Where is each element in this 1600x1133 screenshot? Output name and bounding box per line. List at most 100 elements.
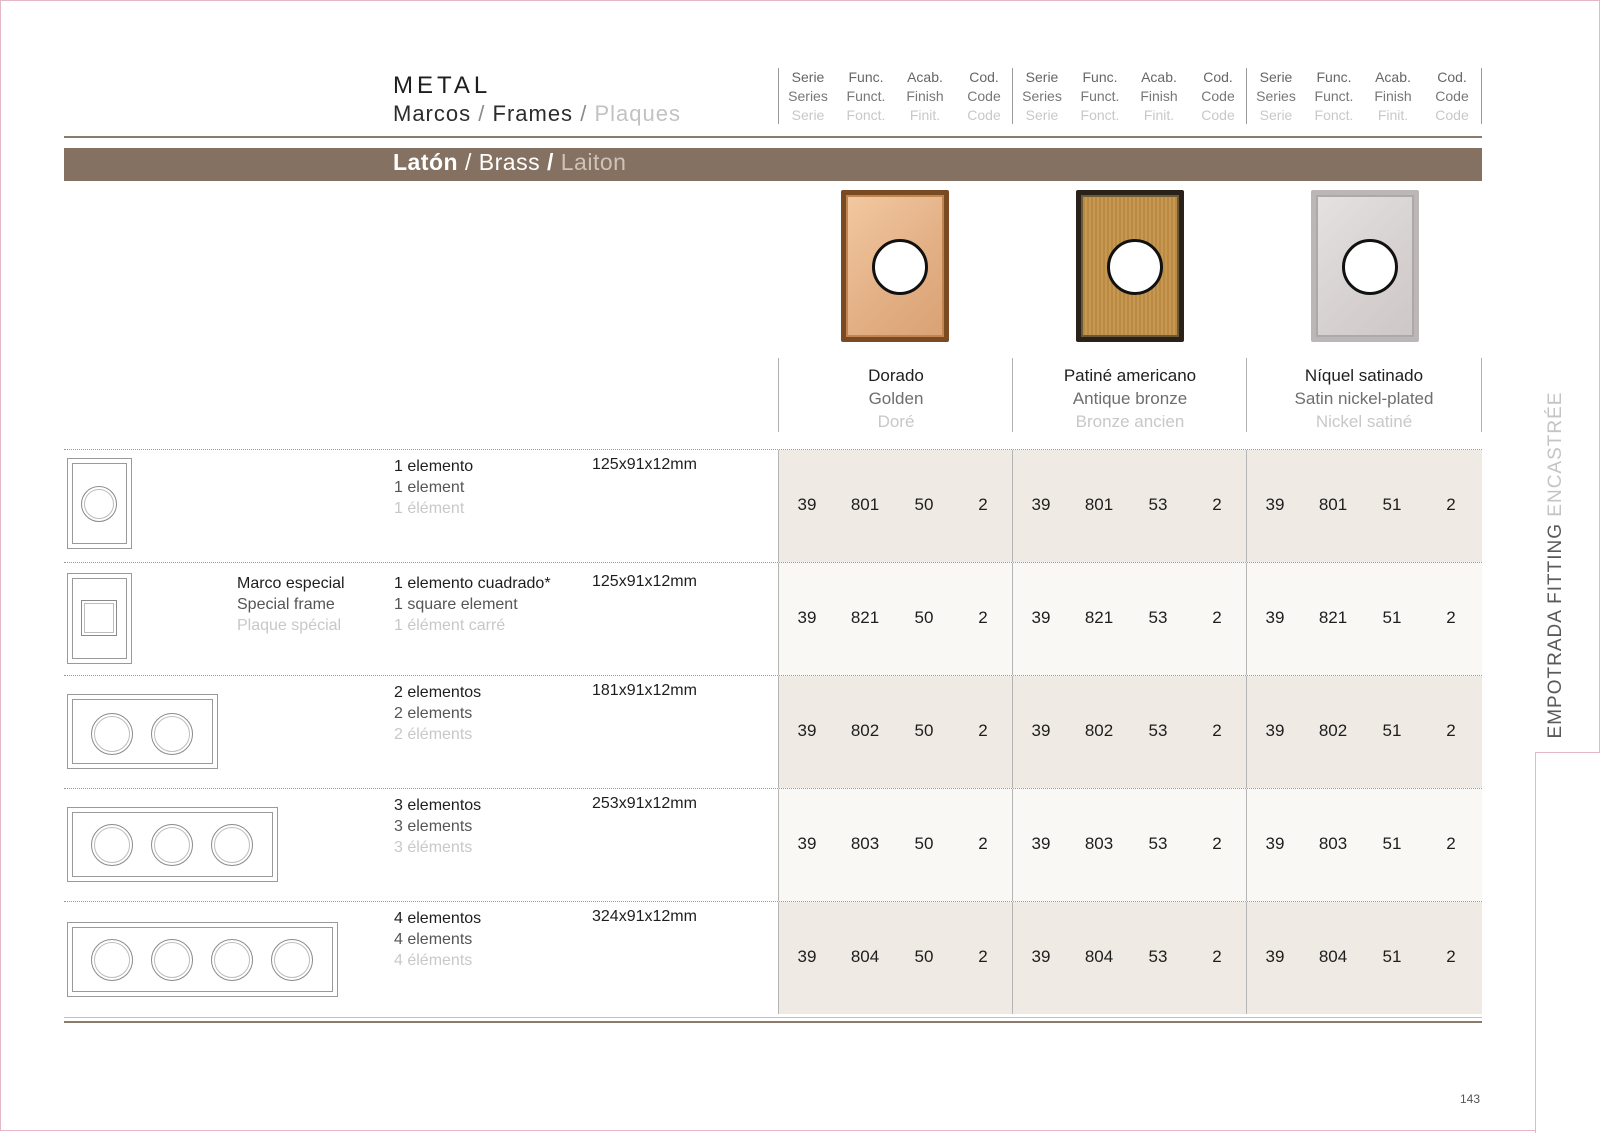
code-cell: 39 bbox=[797, 608, 817, 627]
code-cell: 53 bbox=[1148, 834, 1168, 853]
item-dimensions: 253x91x12mm bbox=[592, 795, 697, 812]
table-row: 4 elementos 4 elements 4 éléments 324x91x1… bbox=[64, 901, 1482, 1014]
frame-square-element-icon bbox=[67, 573, 132, 664]
finish-label-1: Dorado Golden Doré bbox=[778, 358, 1013, 432]
frame-1-element-icon bbox=[67, 458, 132, 549]
header-serie: Serie Series Serie bbox=[1022, 69, 1062, 123]
group-description: Marco especial Special frame Plaque spécia… bbox=[237, 575, 345, 634]
header-func: Func. Funct. Fonct. bbox=[1314, 69, 1354, 123]
header-cod: Cod. Code Code bbox=[1201, 69, 1235, 123]
code-cell: 39 bbox=[1031, 721, 1051, 740]
header-acab: Acab. Finish Finit. bbox=[1374, 69, 1412, 123]
code-cell: 39 bbox=[1031, 495, 1051, 514]
swatch-satin-nickel bbox=[1311, 190, 1419, 342]
code-cell: 51 bbox=[1382, 608, 1402, 627]
code-cell: 2 bbox=[1446, 947, 1456, 966]
header-acab: Acab. Finish Finit. bbox=[1140, 69, 1178, 123]
column-header-group-2: Serie Series Serie Func. Funct. Fonct. Acab.… bbox=[1012, 68, 1247, 124]
code-cell: 2 bbox=[1446, 721, 1456, 740]
switch-hole-icon bbox=[1107, 239, 1163, 295]
code-cell: 804 bbox=[850, 947, 880, 966]
header-rule bbox=[64, 136, 1482, 138]
code-cell: 801 bbox=[1318, 495, 1348, 514]
page-number: 143 bbox=[1460, 1092, 1481, 1106]
item-dimensions: 125x91x12mm bbox=[592, 456, 697, 473]
code-cell: 801 bbox=[850, 495, 880, 514]
code-cell: 50 bbox=[914, 721, 934, 740]
item-dimensions: 125x91x12mm bbox=[592, 573, 697, 590]
switch-hole-icon bbox=[872, 239, 928, 295]
code-cell: 804 bbox=[1318, 947, 1348, 966]
code-cell: 53 bbox=[1148, 608, 1168, 627]
item-dimensions: 181x91x12mm bbox=[592, 682, 697, 699]
code-cell: 803 bbox=[850, 834, 880, 853]
code-cell: 2 bbox=[1446, 495, 1456, 514]
item-dimensions: 324x91x12mm bbox=[592, 908, 697, 925]
subtitle-es: Marcos bbox=[393, 101, 472, 126]
code-cell: 53 bbox=[1148, 947, 1168, 966]
frame-4-elements-icon bbox=[67, 922, 338, 997]
table-row: 1 elemento 1 element 1 élément 125x91x12mm… bbox=[64, 449, 1482, 562]
code-cell: 39 bbox=[1265, 947, 1285, 966]
header-acab: Acab. Finish Finit. bbox=[906, 69, 944, 123]
code-cell: 2 bbox=[978, 834, 988, 853]
code-cell: 50 bbox=[914, 947, 934, 966]
code-cell: 2 bbox=[978, 721, 988, 740]
code-cell: 2 bbox=[1446, 834, 1456, 853]
code-cell: 2 bbox=[1212, 495, 1222, 514]
section-fr: Laiton bbox=[560, 149, 627, 175]
item-description: 4 elementos 4 elements 4 éléments bbox=[394, 910, 482, 969]
footer-rule-thin bbox=[64, 1017, 1482, 1018]
subtitle-sep: / bbox=[580, 101, 588, 126]
code-cell: 39 bbox=[1265, 495, 1285, 514]
code-cell: 39 bbox=[797, 495, 817, 514]
column-header-group-3: Serie Series Serie Func. Funct. Fonct. Acab.… bbox=[1246, 68, 1482, 124]
code-cell: 821 bbox=[1318, 608, 1348, 627]
header-serie: Serie Series Serie bbox=[788, 69, 828, 123]
header-serie: Serie Series Serie bbox=[1256, 69, 1296, 123]
finish-es: Dorado bbox=[868, 366, 924, 385]
table-row: Marco especial Special frame Plaque spécia… bbox=[64, 562, 1482, 675]
finish-es: Níquel satinado bbox=[1304, 366, 1424, 385]
page-title: METAL bbox=[393, 72, 492, 99]
table-row: 2 elementos 2 elements 2 éléments 181x91x1… bbox=[64, 675, 1482, 788]
code-cell: 53 bbox=[1148, 495, 1168, 514]
code-cell: 39 bbox=[1031, 608, 1051, 627]
code-cell: 2 bbox=[1212, 608, 1222, 627]
code-cell: 39 bbox=[1031, 947, 1051, 966]
finish-es: Patiné americano bbox=[1063, 366, 1197, 385]
subtitle-sep: / bbox=[478, 101, 486, 126]
code-cell: 39 bbox=[797, 721, 817, 740]
section-band bbox=[64, 148, 1482, 181]
code-cell: 802 bbox=[1084, 721, 1114, 740]
code-cell: 39 bbox=[797, 947, 817, 966]
side-tab-notch bbox=[1535, 752, 1600, 1133]
code-cell: 39 bbox=[1265, 834, 1285, 853]
frame-2-elements-icon bbox=[67, 694, 218, 769]
code-cell: 2 bbox=[978, 495, 988, 514]
item-description: 2 elementos 2 elements 2 éléments bbox=[394, 684, 482, 743]
code-cell: 2 bbox=[978, 608, 988, 627]
section-es: Latón bbox=[393, 149, 459, 175]
header-func: Func. Funct. Fonct. bbox=[846, 69, 886, 123]
code-cell: 39 bbox=[1031, 834, 1051, 853]
subtitle-fr: Plaques bbox=[594, 101, 681, 126]
item-description: 1 elemento cuadrado* 1 square element 1 él… bbox=[394, 575, 551, 634]
finish-fr: Nickel satiné bbox=[1315, 412, 1413, 431]
code-cell: 51 bbox=[1382, 834, 1402, 853]
finish-en: Golden bbox=[868, 389, 924, 408]
code-cell: 2 bbox=[1212, 834, 1222, 853]
code-cell: 51 bbox=[1382, 947, 1402, 966]
code-cell: 802 bbox=[1318, 721, 1348, 740]
code-cell: 51 bbox=[1382, 495, 1402, 514]
header-cod: Cod. Code Code bbox=[1435, 69, 1469, 123]
finish-en: Antique bronze bbox=[1072, 389, 1188, 408]
page-subtitle: Marcos / Frames / Plaques bbox=[393, 101, 681, 127]
finish-label-3: Níquel satinado Satin nickel-plated Nickel… bbox=[1246, 358, 1482, 432]
section-sep: / bbox=[465, 149, 472, 175]
side-tab-light: ENCASTRÉE bbox=[1545, 391, 1566, 517]
section-title: Latón / Brass / Laiton bbox=[393, 149, 626, 176]
side-tab-label: EMPOTRADA FITTING ENCASTRÉE bbox=[1545, 392, 1567, 739]
item-description: 3 elementos 3 elements 3 éléments bbox=[394, 797, 482, 856]
code-cell: 50 bbox=[914, 834, 934, 853]
